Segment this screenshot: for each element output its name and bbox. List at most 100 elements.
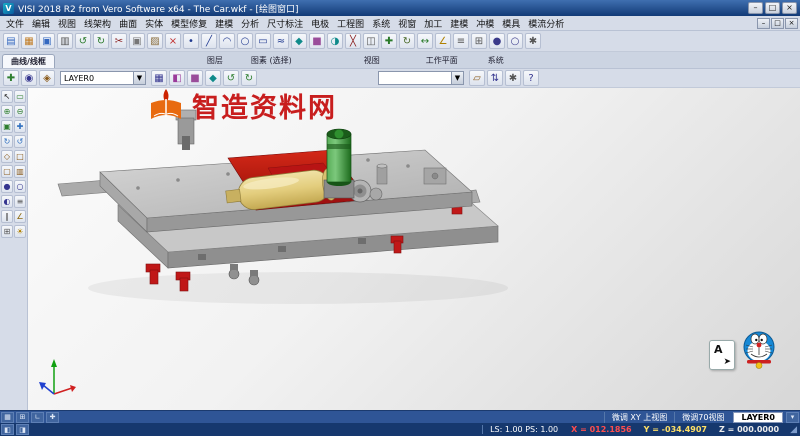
right-view-icon[interactable]: ▥	[14, 165, 26, 178]
menu-item[interactable]: 编辑	[28, 17, 54, 30]
redo-icon[interactable]: ↻	[93, 33, 109, 49]
layer-select[interactable]: LAYER0 ▼	[60, 71, 146, 85]
zoom-out-icon[interactable]: ⊖	[14, 105, 26, 118]
select-solid-icon[interactable]: ■	[187, 70, 203, 86]
shaded-mode-icon[interactable]: ●	[1, 180, 13, 193]
select-by-color-icon[interactable]: ◧	[169, 70, 185, 86]
previous-view-icon[interactable]: ↺	[14, 135, 26, 148]
grid-icon[interactable]: ⊞	[471, 33, 487, 49]
menu-item[interactable]: 视窗	[394, 17, 420, 30]
print-icon[interactable]: ▥	[57, 33, 73, 49]
layers-icon[interactable]: ≡	[453, 33, 469, 49]
ortho-toggle-icon[interactable]: ∟	[31, 412, 44, 423]
menu-item[interactable]: 工程图	[333, 17, 368, 30]
fillet-icon[interactable]: ◑	[327, 33, 343, 49]
coords-mode-icon[interactable]: ◨	[16, 424, 29, 435]
mdi-close-button[interactable]: ×	[785, 18, 798, 29]
chevron-down-icon[interactable]: ▼	[133, 72, 145, 84]
rotate-view-icon[interactable]: ↻	[1, 135, 13, 148]
front-view-icon[interactable]: ▢	[1, 165, 13, 178]
minimize-button[interactable]: –	[748, 2, 763, 14]
menu-item[interactable]: 模型修复	[167, 17, 211, 30]
paste-icon[interactable]: ▨	[147, 33, 163, 49]
solid-icon[interactable]: ■	[309, 33, 325, 49]
mdi-restore-button[interactable]: □	[771, 18, 784, 29]
menu-item[interactable]: 分析	[237, 17, 263, 30]
undo-icon[interactable]: ↺	[75, 33, 91, 49]
workplane-xy-icon[interactable]: ▱	[469, 70, 485, 86]
zoom-in-icon[interactable]: ⊕	[1, 105, 13, 118]
save-icon[interactable]: ▣	[39, 33, 55, 49]
chevron-down-icon[interactable]: ▼	[451, 72, 463, 84]
rectangle-icon[interactable]: ▭	[255, 33, 271, 49]
menu-item[interactable]: 模流分析	[524, 17, 568, 30]
menu-item[interactable]: 电极	[307, 17, 333, 30]
layer-lock-icon[interactable]: ◈	[39, 70, 55, 86]
shaded-icon[interactable]: ●	[489, 33, 505, 49]
hidden-line-icon[interactable]: ◐	[1, 195, 13, 208]
workplane-select[interactable]: ▼	[378, 71, 464, 85]
menu-item[interactable]: 尺寸标注	[263, 17, 307, 30]
workplane-flip-icon[interactable]: ⇅	[487, 70, 503, 86]
help-icon[interactable]: ?	[523, 70, 539, 86]
mdi-minimize-button[interactable]: –	[757, 18, 770, 29]
line-icon[interactable]: ╱	[201, 33, 217, 49]
menu-item[interactable]: 冲模	[472, 17, 498, 30]
close-button[interactable]: ×	[782, 2, 797, 14]
zoom-window-icon[interactable]: ▭	[14, 90, 26, 103]
snap-toggle-icon[interactable]: ▦	[1, 412, 14, 423]
layer-visibility-icon[interactable]: ◉	[21, 70, 37, 86]
menu-item[interactable]: 曲面	[115, 17, 141, 30]
menu-item[interactable]: 建模	[446, 17, 472, 30]
view-rotate-icon[interactable]: ↻	[241, 70, 257, 86]
viewport-3d[interactable]: 智造资料网 A ➤	[28, 88, 800, 410]
grid-icon[interactable]: ⊞	[1, 225, 13, 238]
trim-icon[interactable]: ╳	[345, 33, 361, 49]
grid-toggle-icon[interactable]: ⊞	[16, 412, 29, 423]
select-all-icon[interactable]: ▦	[151, 70, 167, 86]
model-the-car[interactable]	[28, 88, 568, 398]
new-file-icon[interactable]: ▤	[3, 33, 19, 49]
menu-item[interactable]: 模具	[498, 17, 524, 30]
light-icon[interactable]: ☀	[14, 225, 26, 238]
select-surface-icon[interactable]: ◆	[205, 70, 221, 86]
wireframe-mode-icon[interactable]: ○	[14, 180, 26, 193]
measure-icon[interactable]: ∠	[14, 210, 26, 223]
settings-icon[interactable]: ✱	[525, 33, 541, 49]
status-expand-icon[interactable]: ▾	[786, 412, 799, 423]
mirror-icon[interactable]: ◫	[363, 33, 379, 49]
nudge-mode[interactable]: 微调 XY 上视图	[604, 412, 674, 423]
point-icon[interactable]: •	[183, 33, 199, 49]
menu-item[interactable]: 建模	[211, 17, 237, 30]
open-file-icon[interactable]: ▦	[21, 33, 37, 49]
select-arrow-icon[interactable]: ↖	[1, 90, 13, 103]
tab-curve-wireframe[interactable]: 曲线/线框	[2, 54, 55, 68]
circle-icon[interactable]: ○	[237, 33, 253, 49]
maximize-button[interactable]: □	[765, 2, 780, 14]
track-toggle-icon[interactable]: ✚	[46, 412, 59, 423]
menu-item[interactable]: 线架构	[80, 17, 115, 30]
menu-item[interactable]: 文件	[2, 17, 28, 30]
active-layer[interactable]: LAYER0	[733, 412, 783, 423]
view-refresh-icon[interactable]: ↺	[223, 70, 239, 86]
arc-icon[interactable]: ◠	[219, 33, 235, 49]
surface-icon[interactable]: ◆	[291, 33, 307, 49]
stretch-icon[interactable]: ↔	[417, 33, 433, 49]
copy-icon[interactable]: ▣	[129, 33, 145, 49]
annotation-icon[interactable]: ◧	[1, 424, 14, 435]
menu-item[interactable]: 实体	[141, 17, 167, 30]
zoom-fit-icon[interactable]: ▣	[1, 120, 13, 133]
curve-icon[interactable]: ≈	[273, 33, 289, 49]
cut-icon[interactable]: ✂	[111, 33, 127, 49]
rotate-icon[interactable]: ↻	[399, 33, 415, 49]
wireframe-icon[interactable]: ○	[507, 33, 523, 49]
pan-icon[interactable]: ✚	[14, 120, 26, 133]
menu-item[interactable]: 加工	[420, 17, 446, 30]
menu-item[interactable]: 视图	[54, 17, 80, 30]
layer-new-icon[interactable]: ✚	[3, 70, 19, 86]
iso-view-icon[interactable]: ◇	[1, 150, 13, 163]
nudge-view[interactable]: 微调70视图	[674, 412, 731, 423]
measure-icon[interactable]: ∠	[435, 33, 451, 49]
menu-item[interactable]: 系统	[368, 17, 394, 30]
system-settings-icon[interactable]: ✱	[505, 70, 521, 86]
